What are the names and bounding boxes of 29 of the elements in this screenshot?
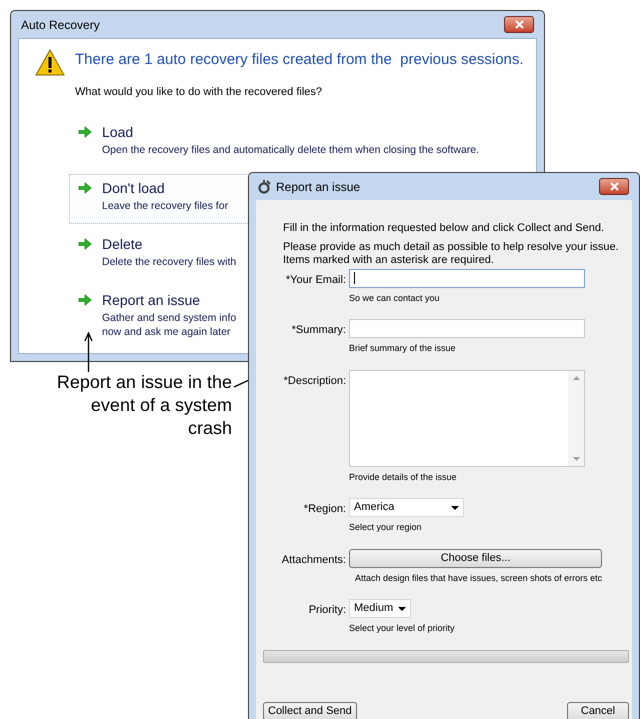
option-description: now and ask me again later bbox=[102, 325, 232, 339]
option-description: Open the recovery files and automatically delete them when closing the software. bbox=[102, 143, 480, 157]
callout-text: Report an issue in the event of a system crash bbox=[56, 371, 232, 440]
field-hint: Provide details of the issue bbox=[349, 470, 458, 484]
dialog-heading: There are 1 auto recovery files created from the previous sessions. bbox=[75, 50, 524, 70]
field-label: *Description: bbox=[282, 374, 347, 388]
option-description: Gather and send system info bbox=[102, 311, 236, 325]
option-description: Delete the recovery files with bbox=[102, 255, 236, 269]
field-hint: Select your level of priority bbox=[349, 622, 455, 635]
field-label: *Your Email: bbox=[284, 272, 347, 288]
option-title: Delete bbox=[102, 235, 144, 254]
field-label: Attachments: bbox=[280, 552, 347, 568]
option-title: Load bbox=[102, 123, 134, 142]
window-title: Auto Recovery bbox=[21, 16, 100, 34]
option-title: Report an issue bbox=[102, 291, 202, 310]
window-title: Report an issue bbox=[276, 178, 360, 196]
field-hint: Brief summary of the issue bbox=[349, 342, 457, 355]
intro-text: Fill in the information requested below and click Collect and Send. bbox=[283, 221, 606, 236]
option-description: Leave the recovery files for bbox=[102, 199, 228, 213]
dialog-question: What would you like to do with the recovered files? bbox=[75, 84, 324, 100]
field-hint: Attach design files that have issues, screen shots of errors etc bbox=[355, 572, 602, 585]
field-hint: So we can contact you bbox=[349, 292, 441, 305]
field-label: Priority: bbox=[308, 603, 347, 618]
instruction-text: Please provide as much detail as possible to help resolve your issue. bbox=[283, 240, 620, 254]
field-label: *Region: bbox=[302, 502, 347, 517]
field-label: *Summary: bbox=[290, 323, 347, 338]
option-title: Don't load bbox=[102, 179, 166, 198]
instruction-text: Items marked with an asterisk are required. bbox=[283, 254, 495, 266]
field-hint: Select your region bbox=[349, 521, 423, 534]
